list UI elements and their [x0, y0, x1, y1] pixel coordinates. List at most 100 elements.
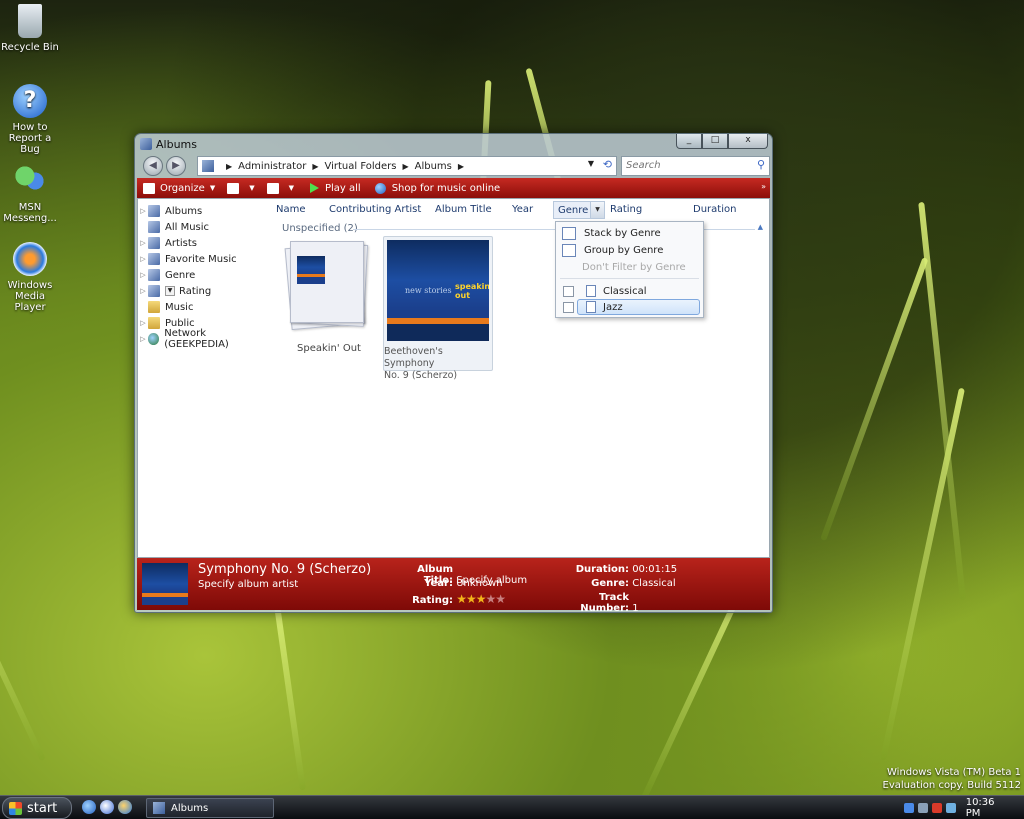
- prop-value-genre[interactable]: Classical: [632, 578, 676, 589]
- maximize-button[interactable]: □: [702, 134, 728, 149]
- quick-launch-media-icon[interactable]: [118, 800, 132, 814]
- rating-stars[interactable]: ★★★★★: [456, 592, 506, 606]
- prop-value-year[interactable]: Unknown: [456, 578, 502, 589]
- quick-launch-desktop-icon[interactable]: [100, 800, 114, 814]
- messenger-tray-icon[interactable]: [945, 802, 956, 813]
- expand-icon[interactable]: ▷: [138, 319, 148, 327]
- security-tray-icon[interactable]: [931, 802, 942, 813]
- search-icon[interactable]: ⚲: [757, 158, 765, 171]
- star-filled-icon[interactable]: ★: [456, 592, 467, 606]
- search-box[interactable]: ⚲: [621, 156, 770, 176]
- star-empty-icon[interactable]: ★: [495, 592, 506, 606]
- tree-item-music[interactable]: Music: [138, 299, 270, 315]
- start-button[interactable]: start: [2, 797, 72, 819]
- desktop-icon-msn-messenger[interactable]: MSN Messeng...: [0, 164, 60, 224]
- expand-icon[interactable]: ▷: [138, 271, 148, 279]
- views-icon: [227, 182, 240, 194]
- desktop-icon-recycle-bin[interactable]: Recycle Bin: [0, 4, 60, 53]
- expand-icon[interactable]: ▷: [138, 287, 148, 295]
- column-header-album-title[interactable]: Album Title: [435, 204, 492, 215]
- album-tile-title: Beethoven's Symphony No. 9 (Scherzo): [384, 346, 492, 382]
- tree-item-albums[interactable]: ▷ Albums: [138, 203, 270, 219]
- menu-item-classical[interactable]: Classical: [556, 283, 703, 299]
- desktop-icon-report-bug[interactable]: ? How to Report a Bug: [0, 84, 60, 155]
- tree-item-label: Network (GEEKPEDIA): [164, 328, 229, 350]
- breadcrumb-administrator[interactable]: Administrator: [238, 161, 306, 172]
- title-bar[interactable]: Albums _ □ x: [135, 134, 772, 154]
- toolbar-overflow-button[interactable]: »: [761, 182, 766, 191]
- star-empty-icon[interactable]: ★: [485, 592, 496, 606]
- tree-item-network[interactable]: ▷ Network (GEEKPEDIA): [138, 328, 270, 350]
- tree-item-genre[interactable]: ▷ Genre: [138, 267, 270, 283]
- back-button[interactable]: ◀: [143, 156, 163, 176]
- prop-genre: Genre: Classical: [557, 578, 676, 589]
- forward-button[interactable]: ▶: [166, 156, 186, 176]
- chevron-down-icon: ▼: [288, 184, 294, 192]
- organize-button[interactable]: Organize ▼: [137, 182, 216, 194]
- breadcrumb-albums[interactable]: Albums: [415, 161, 452, 172]
- menu-item-stack-by-genre[interactable]: Stack by Genre: [556, 225, 703, 241]
- classical-checkbox[interactable]: [563, 285, 574, 297]
- tree-item-artists[interactable]: ▷ Artists: [138, 235, 270, 251]
- breadcrumb-virtual-folders[interactable]: Virtual Folders: [324, 161, 396, 172]
- play-all-button[interactable]: Play all: [306, 183, 361, 194]
- prop-rating: Rating: ★★★★★: [387, 592, 506, 606]
- star-filled-icon[interactable]: ★: [466, 592, 477, 606]
- genre-filter-dropdown-icon[interactable]: ▼: [590, 202, 604, 218]
- chevron-down-icon[interactable]: ▼: [165, 286, 175, 296]
- network-tray-icon[interactable]: [904, 802, 914, 813]
- volume-tray-icon[interactable]: [917, 802, 928, 813]
- column-header-genre-active[interactable]: Genre ▼: [553, 201, 605, 219]
- tree-item-rating[interactable]: ▷ ▼ Rating: [138, 283, 270, 299]
- music-icon: [148, 221, 160, 233]
- jazz-checkbox[interactable]: [563, 301, 574, 313]
- expand-icon[interactable]: ▷: [138, 335, 148, 343]
- quick-launch-ie-icon[interactable]: [82, 800, 96, 814]
- refresh-icon[interactable]: ⟲: [603, 158, 612, 171]
- minimize-button[interactable]: _: [676, 134, 702, 149]
- column-header-name[interactable]: Name: [276, 204, 306, 215]
- explorer-window: Albums _ □ x ◀ ▶ ▶ Administrator ▶ Virtu…: [134, 133, 773, 614]
- prop-key: Genre:: [591, 578, 629, 589]
- taskbar-button-label: Albums: [171, 802, 209, 814]
- album-tile-beethoven[interactable]: new stories speakin' out Beethoven's Sym…: [383, 236, 493, 381]
- clock[interactable]: 10:36 PM: [966, 797, 1012, 819]
- expand-icon[interactable]: ▷: [138, 255, 148, 263]
- desktop-icon-label: MSN Messeng...: [3, 202, 57, 224]
- taskbar-button-albums[interactable]: Albums: [146, 798, 274, 818]
- desktop-icon-media-player[interactable]: Windows Media Player: [0, 242, 60, 313]
- prop-value-track-number[interactable]: 1: [632, 603, 638, 614]
- album-tile-speakin-out[interactable]: Speakin' Out: [284, 239, 374, 364]
- address-dropdown-icon[interactable]: ▼: [588, 159, 594, 168]
- tree-item-all-music[interactable]: All Music: [138, 219, 270, 235]
- genre-icon: [148, 269, 160, 281]
- close-button[interactable]: x: [728, 134, 768, 149]
- chevron-down-icon: ▼: [209, 184, 216, 192]
- search-input[interactable]: [622, 157, 750, 173]
- details-artist[interactable]: Specify album artist: [198, 579, 298, 590]
- media-player-icon: [13, 242, 47, 276]
- expand-icon[interactable]: ▷: [138, 239, 148, 247]
- menu-item-label: Don't Filter by Genre: [582, 261, 686, 273]
- expand-icon[interactable]: ▷: [138, 207, 148, 215]
- organize-icon: [143, 182, 155, 194]
- menu-item-jazz[interactable]: Jazz: [556, 299, 703, 315]
- stack-page: [290, 241, 364, 323]
- column-header-contributing-artist[interactable]: Contributing Artist: [329, 204, 421, 215]
- collapse-group-icon[interactable]: ▲: [758, 223, 763, 231]
- details-title: Symphony No. 9 (Scherzo): [198, 562, 372, 577]
- layout-button[interactable]: ▼: [266, 182, 294, 194]
- column-header-year[interactable]: Year: [512, 204, 533, 215]
- menu-item-label: Classical: [603, 285, 647, 297]
- menu-item-group-by-genre[interactable]: Group by Genre: [556, 242, 703, 258]
- tree-item-label: Public: [165, 317, 195, 329]
- views-button[interactable]: ▼: [227, 182, 255, 194]
- column-header-duration[interactable]: Duration: [693, 204, 736, 215]
- address-bar[interactable]: ▶ Administrator ▶ Virtual Folders ▶ Albu…: [197, 156, 617, 176]
- genre-icon: [586, 301, 596, 313]
- column-header-rating[interactable]: Rating: [610, 204, 642, 215]
- tree-item-favorite-music[interactable]: ▷ Favorite Music: [138, 251, 270, 267]
- windows-logo-icon: [9, 801, 22, 815]
- shop-online-button[interactable]: Shop for music online: [373, 182, 500, 194]
- play-icon: [309, 183, 319, 193]
